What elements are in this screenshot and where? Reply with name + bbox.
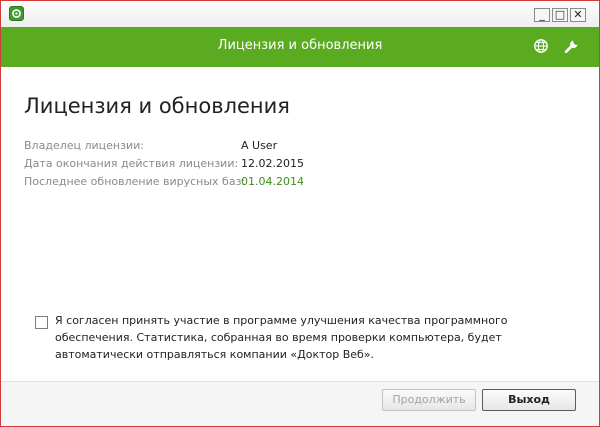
license-owner-value: A User [241,139,278,152]
last-update-value: 01.04.2014 [241,175,304,188]
exit-button[interactable]: Выход [482,389,576,411]
license-owner-label: Владелец лицензии: [24,139,144,152]
continue-button[interactable]: Продолжить [382,389,476,411]
page-title: Лицензия и обновления [24,94,290,118]
wrench-icon[interactable] [564,38,580,58]
last-update-label: Последнее обновление вирусных баз: [24,175,246,188]
maximize-button[interactable]: □ [552,8,568,22]
license-expiry-value: 12.02.2015 [241,157,304,170]
titlebar: _ □ ✕ [1,1,599,27]
license-expiry-label: Дата окончания действия лицензии: [24,157,239,170]
consent-checkbox[interactable] [35,316,48,329]
header-title: Лицензия и обновления [217,38,383,53]
consent-label[interactable]: Я согласен принять участие в программе у… [55,312,575,363]
app-window: _ □ ✕ Лицензия и обновления Лицензия и о… [0,0,600,427]
app-logo-icon [9,6,24,21]
header-bar: Лицензия и обновления [1,27,599,67]
minimize-button[interactable]: _ [534,8,550,22]
globe-icon[interactable] [533,38,549,58]
close-button[interactable]: ✕ [570,8,586,22]
